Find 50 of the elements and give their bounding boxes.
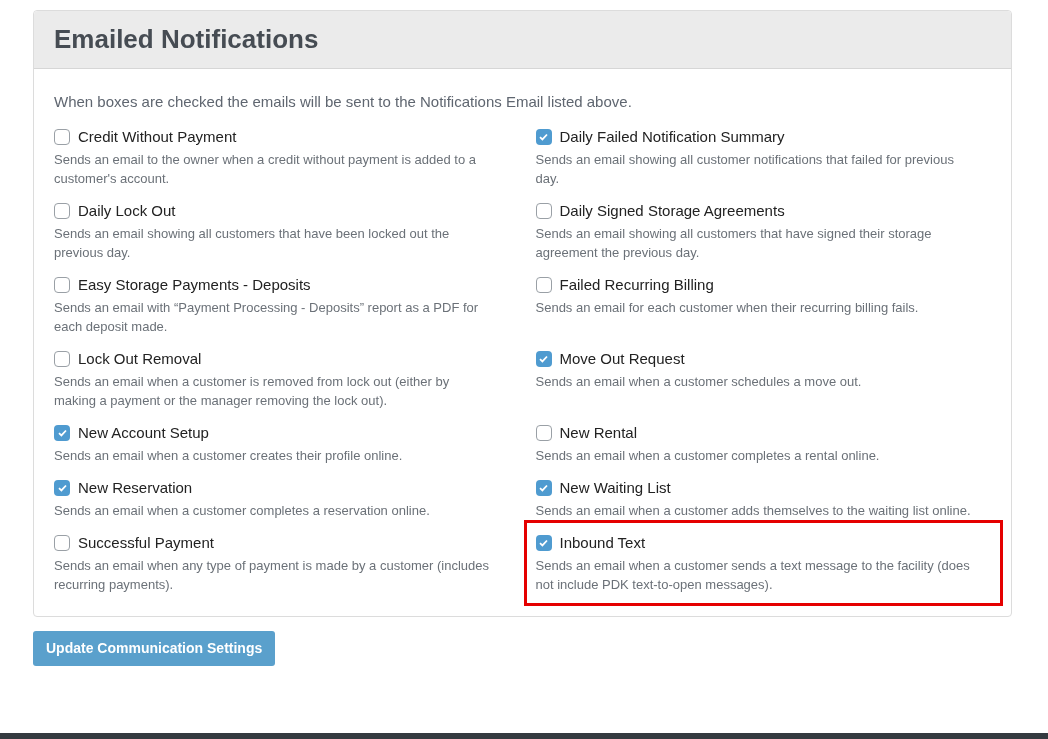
option-label[interactable]: Lock Out Removal — [78, 347, 202, 370]
option-label[interactable]: Successful Payment — [78, 531, 214, 554]
option-description: Sends an email for each customer when their recurring billing fails. — [535, 298, 920, 317]
checkbox[interactable] — [54, 479, 70, 496]
option-label[interactable]: Easy Storage Payments - Deposits — [78, 273, 311, 296]
checkbox[interactable] — [54, 350, 70, 367]
option-label[interactable]: Failed Recurring Billing — [559, 273, 714, 296]
checkbox[interactable] — [535, 424, 552, 441]
check-icon — [539, 354, 548, 363]
check-icon — [539, 132, 548, 141]
checkbox[interactable] — [54, 202, 70, 219]
option-description: Sends an email when a customer sends a text message to the facility (does not include PDK text-to-open messages). — [535, 556, 971, 594]
option-label[interactable]: New Rental — [559, 421, 638, 444]
option-description: Sends an email with “Payment Processing - Deposits” report as a PDF for each deposit made. — [54, 298, 480, 336]
option-description: Sends an email when a customer completes a reservation online. — [54, 501, 431, 520]
option-description: Sends an email when a customer is removed from lock out (either by making a payment or the manager removing the lock out). — [54, 372, 451, 410]
checkbox[interactable] — [54, 534, 70, 551]
check-icon — [57, 428, 67, 437]
check-icon — [539, 483, 548, 492]
option-description: Sends an email showing all customer notifications that failed for previous day. — [535, 150, 955, 188]
option-label[interactable]: Move Out Request — [559, 347, 685, 370]
check-icon — [539, 538, 548, 547]
checkbox[interactable] — [535, 202, 552, 219]
option-label[interactable]: New Reservation — [78, 476, 193, 499]
option-label[interactable]: Daily Signed Storage Agreements — [559, 199, 785, 222]
card-title: Emailed Notifications — [54, 23, 319, 56]
option-label[interactable]: Daily Lock Out — [78, 199, 176, 222]
checkbox[interactable] — [535, 479, 552, 496]
checkbox[interactable] — [535, 128, 552, 145]
option-label[interactable]: Credit Without Payment — [78, 125, 237, 148]
option-description: Sends an email showing all customers that have signed their storage agreement the previous day. — [535, 224, 933, 262]
checkbox[interactable] — [54, 424, 70, 441]
option-description: Sends an email to the owner when a credit without payment is added to a customer's account. — [54, 150, 478, 188]
option-label[interactable]: New Waiting List — [559, 476, 671, 499]
option-label[interactable]: New Account Setup — [78, 421, 209, 444]
option-description: Sends an email when any type of payment is made by a customer (includes recurring payments). — [54, 556, 490, 594]
checkbox[interactable] — [54, 276, 70, 293]
option-description: Sends an email when a customer creates their profile online. — [54, 446, 404, 465]
checkbox[interactable] — [535, 276, 552, 293]
option-description: Sends an email when a customer schedules a move out. — [535, 372, 863, 391]
intro-text: When boxes are checked the emails will be sent to the Notifications Email listed above. — [54, 92, 633, 112]
check-icon — [57, 483, 67, 492]
checkbox[interactable] — [535, 534, 552, 551]
checkbox[interactable] — [535, 350, 552, 367]
option-description: Sends an email when a customer completes a rental online. — [535, 446, 881, 465]
option-label[interactable]: Inbound Text — [559, 531, 646, 554]
option-description: Sends an email when a customer adds themselves to the waiting list online. — [535, 501, 972, 520]
option-description: Sends an email showing all customers that have been locked out the previous day. — [54, 224, 451, 262]
checkbox[interactable] — [54, 128, 70, 145]
option-label[interactable]: Daily Failed Notification Summary — [559, 125, 785, 148]
